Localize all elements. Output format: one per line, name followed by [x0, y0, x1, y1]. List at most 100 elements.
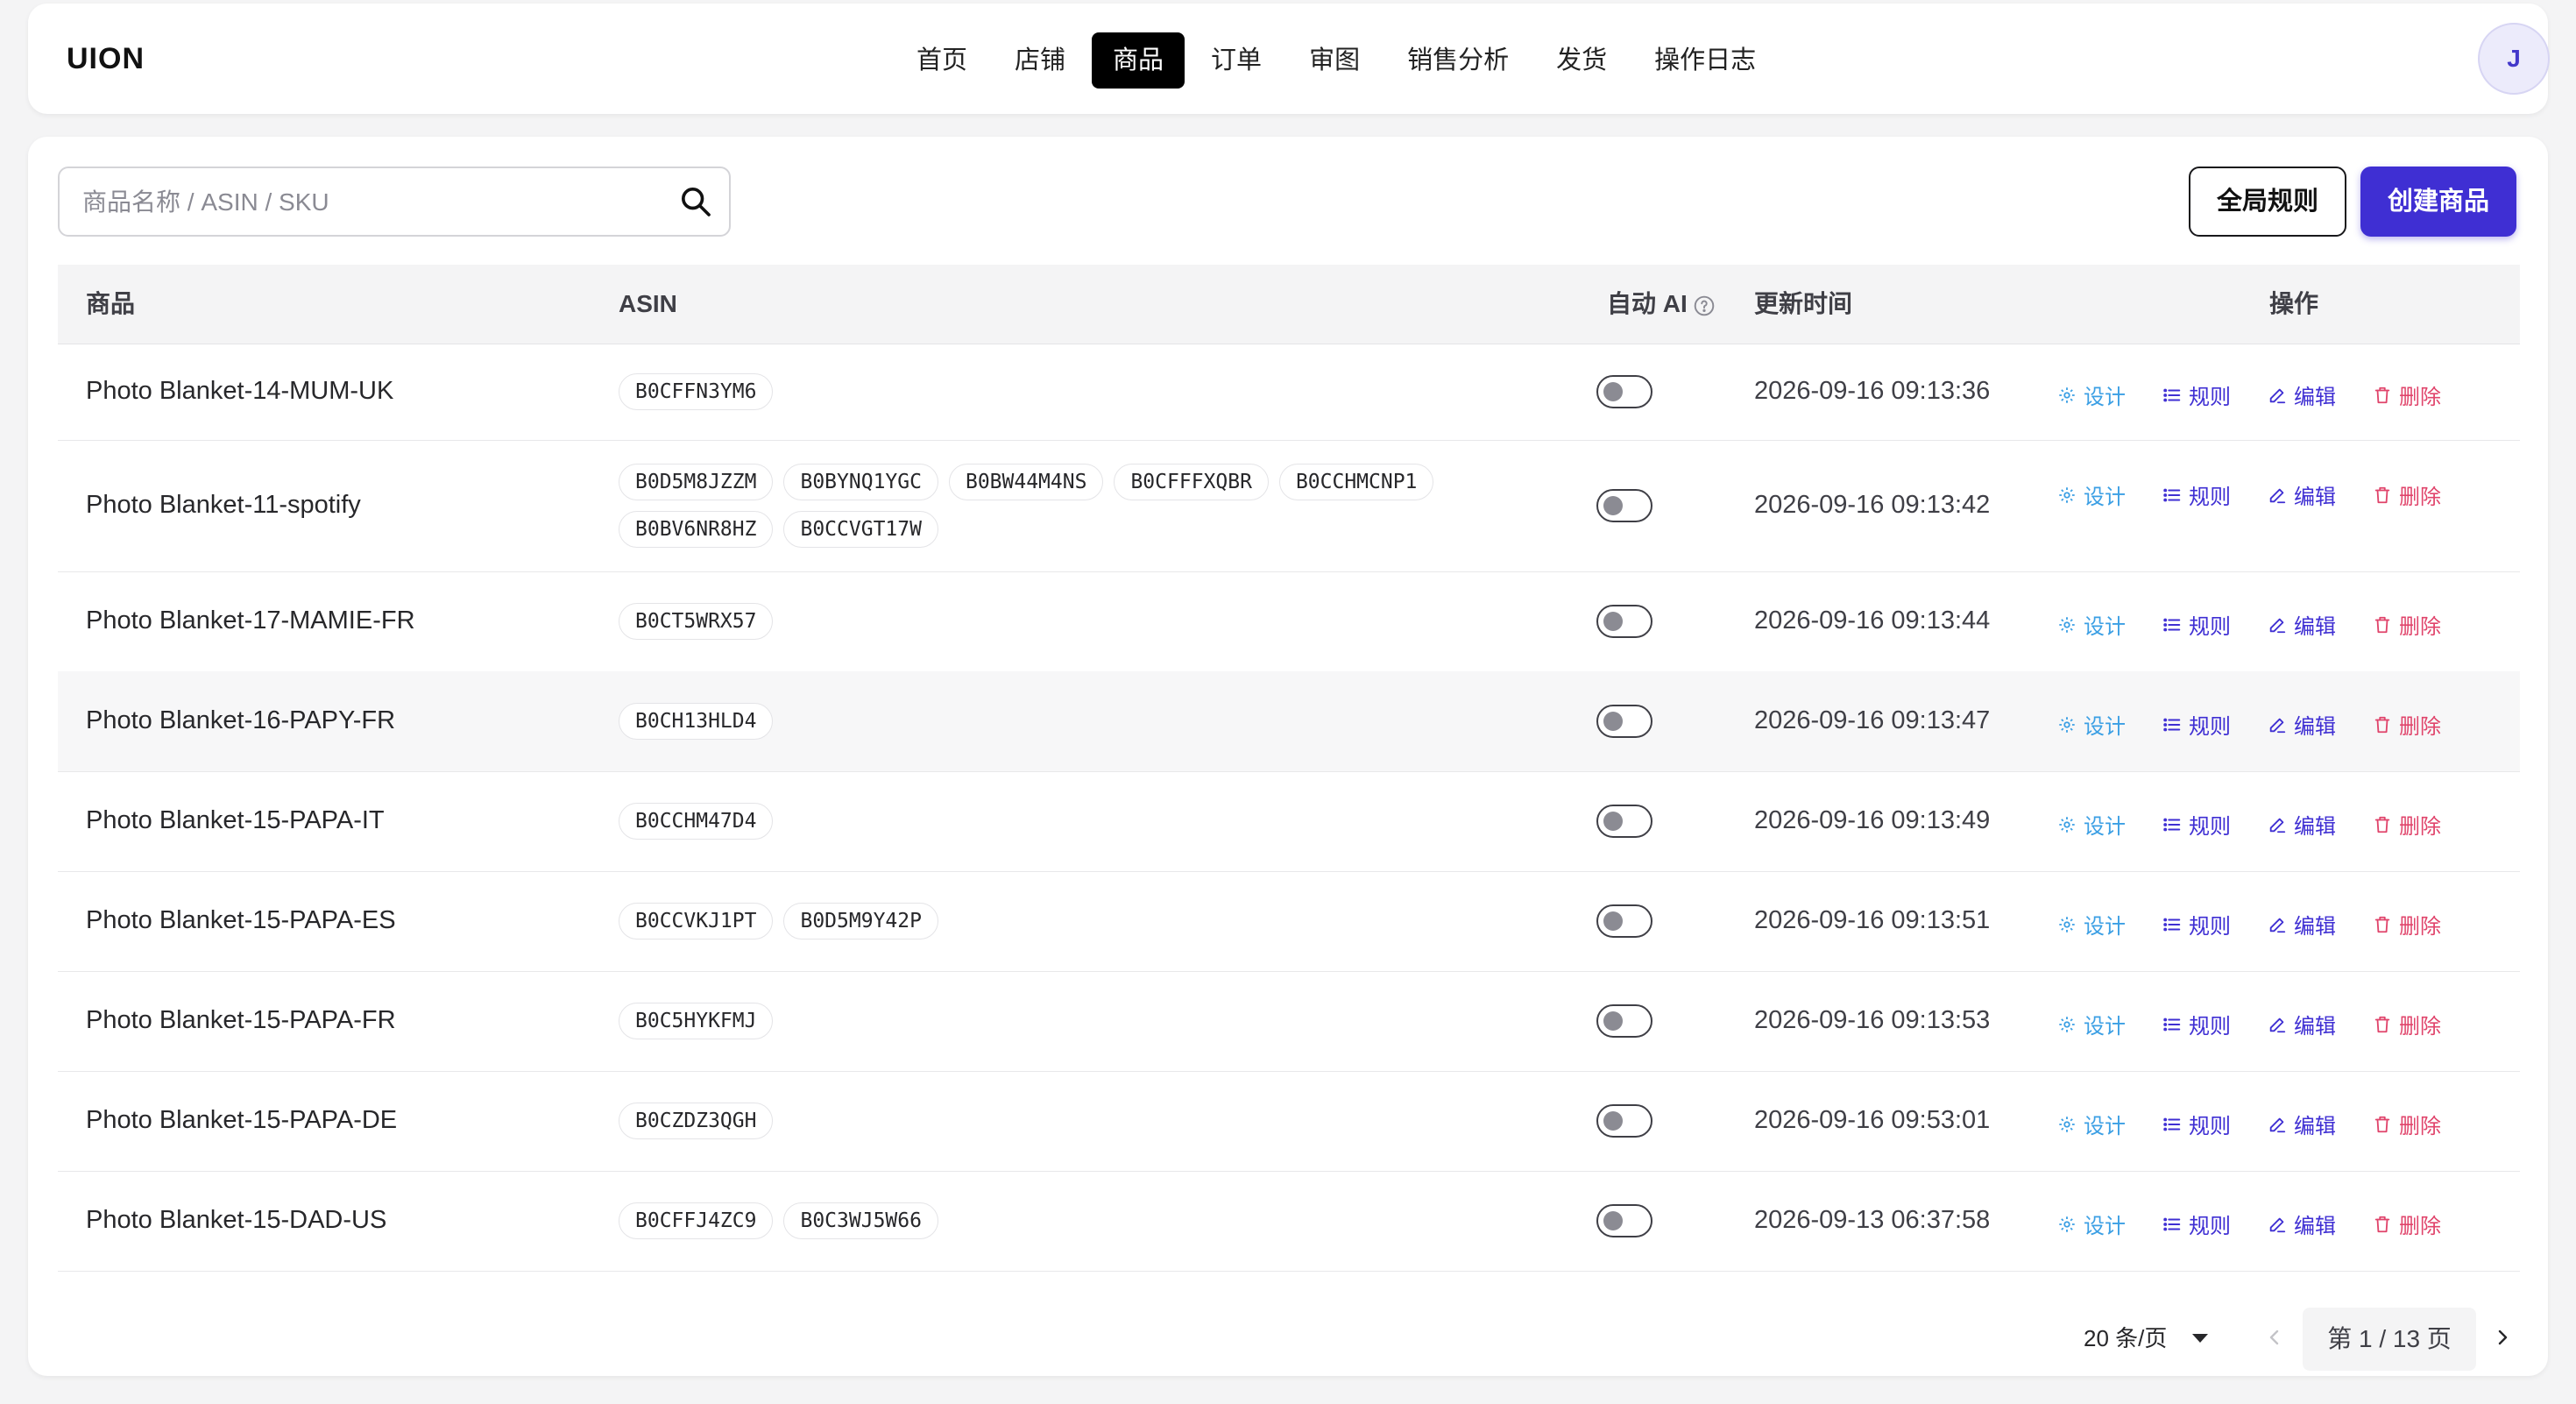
delete-button[interactable]: 删除 — [2373, 1009, 2441, 1039]
header-actions: 操作 — [2269, 290, 2319, 317]
rule-button[interactable]: 规则 — [2162, 609, 2231, 640]
edit-button[interactable]: 编辑 — [2268, 709, 2336, 740]
rule-button[interactable]: 规则 — [2162, 1109, 2231, 1139]
delete-label: 删除 — [2399, 386, 2441, 409]
design-label: 设计 — [2084, 486, 2126, 509]
design-button[interactable]: 设计 — [2057, 1109, 2126, 1139]
nav-item-sales-analysis[interactable]: 销售分析 — [1386, 32, 1530, 89]
trash-icon — [2374, 716, 2390, 733]
help-icon[interactable] — [1693, 294, 1716, 317]
gear-icon — [2059, 716, 2075, 733]
delete-button[interactable]: 删除 — [2373, 909, 2441, 940]
pagination: 20 条/页 第 1 / 13 页 — [28, 1301, 2548, 1376]
auto-ai-toggle[interactable] — [1596, 1004, 1652, 1038]
list-icon — [2163, 1117, 2181, 1131]
delete-button[interactable]: 删除 — [2373, 479, 2441, 510]
trash-icon — [2374, 1216, 2390, 1232]
design-label: 设计 — [2084, 715, 2126, 739]
rule-button[interactable]: 规则 — [2162, 1009, 2231, 1039]
nav-item-home[interactable]: 首页 — [895, 32, 988, 89]
row-actions: 设计 规则 编辑 删除 — [2057, 909, 2478, 940]
rule-label: 规则 — [2189, 486, 2231, 509]
edit-button[interactable]: 编辑 — [2268, 1009, 2336, 1039]
chevron-down-icon[interactable] — [2192, 1334, 2208, 1343]
nav-item-operation-log[interactable]: 操作日志 — [1633, 32, 1777, 89]
table-row: Photo Blanket-16-PAPY-FR B0CH13HLD4 2026-0… — [58, 671, 2520, 772]
delete-button[interactable]: 删除 — [2373, 1109, 2441, 1139]
trash-icon — [2374, 916, 2390, 932]
table-row-partial — [58, 1271, 2520, 1301]
create-product-button[interactable]: 创建商品 — [2360, 167, 2516, 237]
edit-button[interactable]: 编辑 — [2268, 1209, 2336, 1239]
edit-button[interactable]: 编辑 — [2268, 479, 2336, 510]
pencil-icon — [2269, 388, 2286, 403]
nav-item-stores[interactable]: 店铺 — [994, 32, 1086, 89]
design-label: 设计 — [2084, 1015, 2126, 1039]
asin-list: B0CCHM47D4 — [619, 803, 1547, 840]
edit-label: 编辑 — [2294, 486, 2336, 509]
edit-button[interactable]: 编辑 — [2268, 1109, 2336, 1139]
design-button[interactable]: 设计 — [2057, 479, 2126, 510]
auto-ai-toggle[interactable] — [1596, 705, 1652, 738]
rule-button[interactable]: 规则 — [2162, 909, 2231, 940]
design-button[interactable]: 设计 — [2057, 809, 2126, 840]
search-input[interactable] — [81, 168, 645, 237]
page-size-select[interactable]: 20 条/页 — [2084, 1301, 2167, 1376]
chevron-right-icon[interactable] — [2492, 1327, 2513, 1348]
asin-tag: B0D5M9Y42P — [783, 903, 938, 940]
delete-button[interactable]: 删除 — [2373, 609, 2441, 640]
design-button[interactable]: 设计 — [2057, 1009, 2126, 1039]
asin-tag: B0C3WJ5W66 — [783, 1202, 938, 1239]
design-button[interactable]: 设计 — [2057, 1209, 2126, 1239]
asin-tag: B0CZDZ3QGH — [619, 1103, 774, 1139]
delete-button[interactable]: 删除 — [2373, 709, 2441, 740]
gear-icon — [2059, 916, 2075, 932]
auto-ai-toggle[interactable] — [1596, 805, 1652, 838]
auto-ai-toggle[interactable] — [1596, 1204, 1652, 1237]
design-button[interactable]: 设计 — [2057, 909, 2126, 940]
rule-button[interactable]: 规则 — [2162, 379, 2231, 410]
auto-ai-toggle[interactable] — [1596, 605, 1652, 638]
rule-button[interactable]: 规则 — [2162, 709, 2231, 740]
nav-item-orders[interactable]: 订单 — [1190, 32, 1283, 89]
rule-button[interactable]: 规则 — [2162, 1209, 2231, 1239]
table-header: 商品 ASIN 自动 AI 更新时间 操作 — [58, 265, 2520, 344]
trash-icon — [2374, 486, 2390, 503]
gear-icon — [2059, 816, 2075, 833]
rule-button[interactable]: 规则 — [2162, 809, 2231, 840]
design-button[interactable]: 设计 — [2057, 709, 2126, 740]
row-actions: 设计 规则 编辑 删除 — [2057, 809, 2478, 840]
delete-label: 删除 — [2399, 915, 2441, 939]
asin-list: B0CT5WRX57 — [619, 603, 1547, 640]
edit-button[interactable]: 编辑 — [2268, 909, 2336, 940]
auto-ai-toggle[interactable] — [1596, 1104, 1652, 1138]
chevron-left-icon[interactable] — [2264, 1327, 2285, 1348]
edit-button[interactable]: 编辑 — [2268, 609, 2336, 640]
rule-button[interactable]: 规则 — [2162, 479, 2231, 510]
delete-label: 删除 — [2399, 1215, 2441, 1238]
search-icon[interactable] — [678, 184, 713, 219]
design-button[interactable]: 设计 — [2057, 609, 2126, 640]
edit-button[interactable]: 编辑 — [2268, 379, 2336, 410]
nav-item-review[interactable]: 审图 — [1288, 32, 1381, 89]
delete-button[interactable]: 删除 — [2373, 379, 2441, 410]
edit-label: 编辑 — [2294, 615, 2336, 639]
global-rules-button[interactable]: 全局规则 — [2189, 167, 2346, 237]
nav-item-shipping[interactable]: 发货 — [1535, 32, 1628, 89]
auto-ai-toggle[interactable] — [1596, 904, 1652, 938]
delete-label: 删除 — [2399, 1115, 2441, 1138]
design-label: 设计 — [2084, 1115, 2126, 1138]
delete-label: 删除 — [2399, 486, 2441, 509]
auto-ai-toggle[interactable] — [1596, 375, 1652, 408]
edit-button[interactable]: 编辑 — [2268, 809, 2336, 840]
auto-ai-toggle[interactable] — [1596, 489, 1652, 522]
user-avatar[interactable]: J — [2478, 23, 2550, 95]
pencil-icon — [2269, 718, 2286, 733]
table-row: Photo Blanket-15-PAPA-ES B0CCVKJ1PT B0D5M9… — [58, 871, 2520, 972]
delete-button[interactable]: 删除 — [2373, 1209, 2441, 1239]
delete-button[interactable]: 删除 — [2373, 809, 2441, 840]
products-table: 商品 ASIN 自动 AI 更新时间 操作 Photo Blanket-14-M… — [58, 265, 2520, 1301]
nav-item-products[interactable]: 商品 — [1092, 32, 1185, 89]
rule-label: 规则 — [2189, 915, 2231, 939]
design-button[interactable]: 设计 — [2057, 379, 2126, 410]
